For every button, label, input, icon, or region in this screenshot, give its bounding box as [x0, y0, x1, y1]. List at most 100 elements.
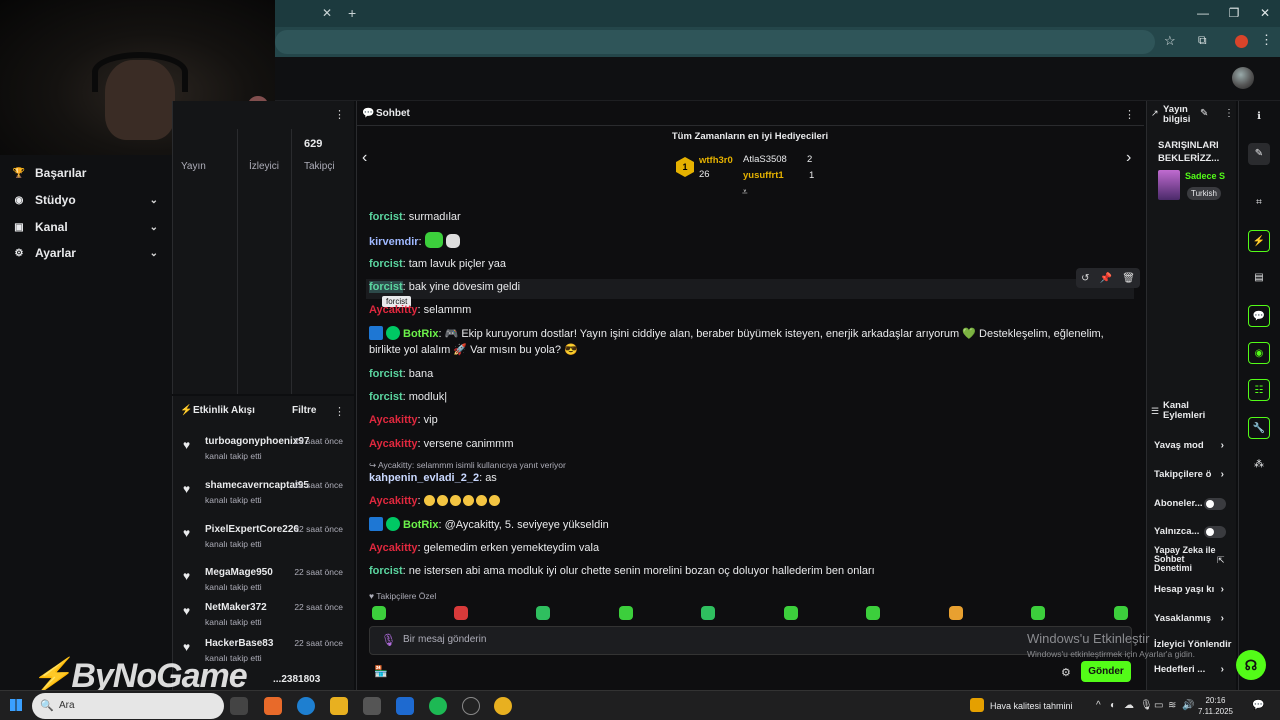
nav-achievements[interactable]: 🏆 Başarılar: [12, 163, 162, 183]
url-input[interactable]: [275, 30, 1155, 54]
broadcast-icon[interactable]: ◉: [1248, 342, 1270, 364]
mail-icon[interactable]: [396, 697, 414, 715]
info-icon[interactable]: ℹ: [1248, 106, 1270, 128]
clock[interactable]: 20:16 7.11.2025: [1198, 695, 1233, 717]
collapse-icon[interactable]: ⩡: [742, 187, 748, 198]
emote-icon[interactable]: [784, 606, 798, 620]
user-avatar[interactable]: [1232, 67, 1254, 89]
action-subscribers[interactable]: Aboneler...: [1154, 498, 1230, 510]
chevron-right-icon[interactable]: ›: [1126, 149, 1131, 167]
action-slow-mode[interactable]: Yavaş mod ›: [1154, 440, 1230, 451]
store-icon[interactable]: [363, 697, 381, 715]
new-tab-icon[interactable]: +: [348, 5, 356, 21]
gifter-name[interactable]: yusuffrt1: [743, 170, 784, 181]
chevron-left-icon[interactable]: ‹: [362, 149, 367, 167]
bolt-icon[interactable]: ⚡: [1248, 230, 1270, 252]
weather-icon: [970, 698, 984, 712]
search-placeholder: Ara: [59, 700, 75, 711]
stream-title: SARIŞINLARI BEKLERİZZ...: [1158, 140, 1220, 164]
app-tray-icon[interactable]: ◐: [1110, 700, 1116, 711]
close-window-button[interactable]: ✕: [1255, 6, 1275, 20]
chevron-up-icon[interactable]: ^: [1096, 700, 1101, 711]
stats-menu-icon[interactable]: ⋮: [334, 108, 345, 121]
external-link-icon[interactable]: ⇱: [1217, 555, 1225, 566]
edit-icon[interactable]: ✎: [1248, 143, 1270, 165]
copilot-icon[interactable]: [264, 697, 282, 715]
microphone-icon[interactable]: 🎙: [381, 633, 396, 647]
wifi-icon[interactable]: ≋: [1168, 700, 1176, 711]
nav-channel[interactable]: ▣ Kanal ⌄: [12, 217, 162, 237]
maximize-button[interactable]: ❐: [1224, 6, 1244, 20]
delete-icon[interactable]: 🗑: [1122, 273, 1135, 284]
chevron-down-icon: ⌄: [149, 247, 158, 259]
emote-icon[interactable]: [536, 606, 550, 620]
reply-icon[interactable]: ↺: [1081, 273, 1089, 284]
emote-icon[interactable]: [454, 606, 468, 620]
notifications-icon[interactable]: 💬: [1252, 700, 1264, 711]
weather-text[interactable]: Hava kalitesi tahmini: [990, 701, 1073, 711]
action-only[interactable]: Yalnızca...: [1154, 526, 1230, 538]
browser-menu-icon[interactable]: ⋮: [1260, 32, 1273, 48]
wrench-icon[interactable]: 🔧: [1248, 417, 1270, 439]
obs-icon[interactable]: [462, 697, 480, 715]
document-icon[interactable]: ▤: [1248, 267, 1270, 289]
stream-info-title: Yayın bilgisi: [1163, 104, 1191, 125]
display-icon[interactable]: ▭: [1154, 700, 1163, 711]
share-icon[interactable]: ⁂: [1248, 454, 1270, 476]
browser-tab[interactable]: [275, 0, 343, 27]
stat-label-viewers: İzleyici: [249, 161, 280, 172]
help-chat-button[interactable]: ☊: [1236, 650, 1266, 680]
action-ai-moderation[interactable]: Yapay Zeka ile Sohbet Denetimi: [1154, 546, 1216, 573]
screen-icon[interactable]: ⌗: [1248, 192, 1270, 214]
action-account-age[interactable]: Hesap yaşı kı ›: [1154, 584, 1230, 595]
emote-icon[interactable]: [372, 606, 386, 620]
emote-icon[interactable]: [1031, 606, 1045, 620]
send-button[interactable]: Gönder: [1081, 661, 1131, 682]
followers-count: 629: [304, 138, 323, 150]
chat-icon[interactable]: 💬: [1248, 305, 1270, 327]
extensions-icon[interactable]: ⧉: [1198, 33, 1207, 48]
emote-icon[interactable]: [1114, 606, 1128, 620]
gifter-value: 2: [807, 154, 813, 165]
volume-icon[interactable]: 🔊: [1182, 700, 1194, 711]
gifter-name[interactable]: wtfh3r0: [699, 155, 733, 166]
gifter-name[interactable]: AtlaS3508: [743, 154, 787, 165]
divider: [356, 125, 1144, 126]
info-menu-icon[interactable]: ⋮: [1224, 108, 1234, 119]
task-view-icon[interactable]: [230, 697, 248, 715]
feed-menu-icon[interactable]: ⋮: [334, 405, 345, 418]
layout-icon[interactable]: ☷: [1248, 379, 1270, 401]
profile-icon[interactable]: [1235, 35, 1248, 48]
stat-label-stream: Yayın: [181, 161, 206, 172]
heart-icon: ♥: [183, 526, 191, 540]
chat-menu-icon[interactable]: ⋮: [1124, 108, 1135, 121]
store-icon[interactable]: 🏪: [374, 665, 388, 678]
emote-icon[interactable]: [866, 606, 880, 620]
windows-start-icon[interactable]: [10, 699, 22, 711]
emote-icon[interactable]: [949, 606, 963, 620]
gear-icon[interactable]: ⚙: [1061, 666, 1071, 679]
emote-icon[interactable]: [701, 606, 715, 620]
emote-icon[interactable]: [619, 606, 633, 620]
mic-icon[interactable]: 🎙: [1140, 700, 1153, 711]
action-followers-only[interactable]: Takipçilere ö ›: [1154, 469, 1230, 480]
feed-filter-button[interactable]: Filtre: [292, 405, 316, 416]
arrow-icon: ↗: [1151, 108, 1159, 118]
chrome-icon[interactable]: [494, 697, 512, 715]
minimize-button[interactable]: —: [1193, 6, 1213, 20]
pin-icon[interactable]: 📌: [1100, 273, 1112, 284]
bolt-icon: ⚡: [180, 405, 193, 416]
category-name[interactable]: Sadece S: [1185, 171, 1225, 181]
file-explorer-icon[interactable]: [330, 697, 348, 715]
edge-icon[interactable]: [297, 697, 315, 715]
edit-icon[interactable]: ✎: [1200, 108, 1208, 119]
action-goals[interactable]: Hedefleri ... ›: [1154, 664, 1230, 675]
action-banned[interactable]: Yasaklanmış ›: [1154, 613, 1230, 624]
bookmark-star-icon[interactable]: ☆: [1164, 33, 1176, 49]
spotify-icon[interactable]: [429, 697, 447, 715]
feed-item: ♥ NetMaker372 kanalı takip etti 22 saat önc…: [183, 602, 343, 627]
cloud-icon[interactable]: ☁: [1124, 700, 1134, 711]
nav-settings[interactable]: ⚙ Ayarlar ⌄: [12, 243, 162, 263]
nav-studio[interactable]: ◉ Stüdyo ⌄: [12, 190, 162, 210]
tab-close-icon[interactable]: ✕: [322, 6, 332, 20]
